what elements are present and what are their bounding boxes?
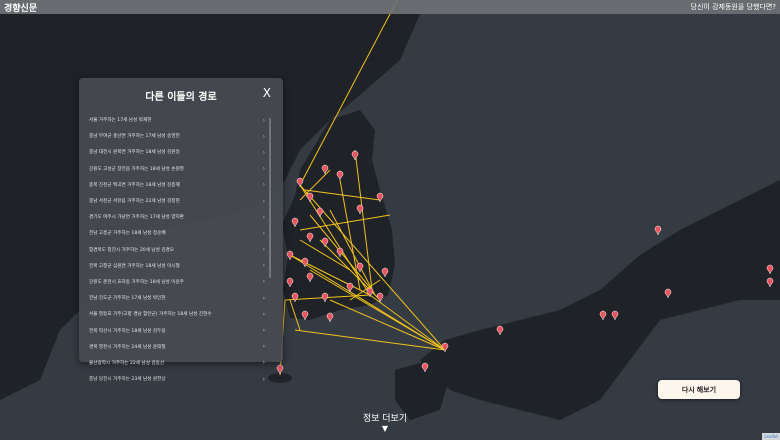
chevron-right-icon: › [262,310,265,318]
chevron-right-icon: › [262,294,265,302]
route-item-label: 강원도 고성군 장전읍 거주하는 18세 남성 손원영 [89,166,184,172]
route-item-label: 전북 고창군 심원면 거주하는 18세 남성 이시형 [89,263,180,269]
chevron-right-icon: › [262,148,265,156]
chevron-right-icon: › [262,262,265,270]
chevron-right-icon: › [262,132,265,140]
chevron-right-icon: › [262,181,265,189]
route-list-item[interactable]: 전북 익산시 거주하는 18세 남성 김두용 › [87,322,265,338]
route-item-label: 전북 익산시 거주하는 18세 남성 김두용 [89,328,166,334]
route-list-item[interactable]: 충남 당진시 거주하는 23세 남성 원한상 › [87,371,265,387]
route-list-item[interactable]: 전남 고흥군 거주하는 18세 남성 정순배 › [87,225,265,241]
top-bar: 경향신문 당신이 강제동원을 당했다면? [0,0,780,14]
route-list-item[interactable]: 서울 거주하는 17세 남성 박재현 › [87,112,265,128]
route-item-label: 경기도 여주시 가남면 거주하는 17세 남성 양지환 [89,215,184,221]
route-list-item[interactable]: 충북 진천군 백곡면 거주하는 18세 남성 김종혜 › [87,177,265,193]
chevron-right-icon: › [262,116,265,124]
chevron-right-icon: › [262,359,265,367]
route-item-label: 충남 서천군 서천읍 거주하는 22세 남성 김정현 [89,199,180,205]
route-item-label: 서울 거주하는 17세 남성 박재현 [89,118,152,124]
route-item-label: 충남 부여군 홍산면 거주하는 17세 남성 송영헌 [89,134,180,140]
route-list-item[interactable]: 전남 진도군 거주하는 17세 남성 박인현 › [87,290,265,306]
route-item-label: 함경북도 청진시 거주하는 20세 남성 김경오 [89,247,174,253]
close-icon[interactable]: X [263,86,271,100]
route-list-item[interactable]: 경북 영천시 거주하는 24세 남성 윤태철 › [87,339,265,355]
routes-panel: 다른 이들의 경로 X 서울 거주하는 17세 남성 박재현 › 충남 부여군 홍산… [79,78,283,383]
chevron-right-icon: › [262,197,265,205]
chevron-right-icon: › [262,165,265,173]
route-list-item[interactable]: 충남 대전시 원북면 거주하는 18세 남성 김원일 › [87,144,265,160]
route-list-item[interactable]: 울산광역시 거주하는 22세 남성 김동선 › [87,355,265,371]
route-list-item[interactable]: 강원도 춘천시 효자동 거주하는 18세 남성 이윤주 › [87,274,265,290]
route-item-label: 강원도 춘천시 효자동 거주하는 18세 남성 이윤주 [89,279,184,285]
leaflet-attribution[interactable]: Leaflet [762,433,780,440]
route-list-item[interactable]: 경기도 여주시 가남면 거주하는 17세 남성 양지환 › [87,209,265,225]
route-item-label: 충북 진천군 백곡면 거주하는 18세 남성 김종혜 [89,182,180,188]
route-list-item[interactable]: 강원도 고성군 장전읍 거주하는 18세 남성 손원영 › [87,161,265,177]
route-list-item[interactable]: 충남 부여군 홍산면 거주하는 17세 남성 송영헌 › [87,128,265,144]
page-subtitle: 당신이 강제동원을 당했다면? [690,3,776,11]
chevron-right-icon: › [262,343,265,351]
chevron-right-icon: › [262,229,265,237]
scrollbar[interactable] [269,118,271,278]
chevron-right-icon: › [262,246,265,254]
chevron-right-icon: › [262,213,265,221]
route-item-label: 서울 영등포 거주(고향 경남 함안군) 거주하는 18세 남성 진현수 [89,312,212,318]
route-list-item[interactable]: 서울 영등포 거주(고향 경남 함안군) 거주하는 18세 남성 진현수 › [87,306,265,322]
chevron-right-icon: › [262,375,265,383]
panel-title: 다른 이들의 경로 [145,92,217,103]
route-item-label: 전남 고흥군 거주하는 18세 남성 정순배 [89,231,166,237]
chevron-right-icon: › [262,327,265,335]
retry-button[interactable]: 다시 해보기 [658,380,740,399]
route-item-label: 전남 진도군 거주하는 17세 남성 박인현 [89,296,166,302]
route-item-label: 충남 당진시 거주하는 23세 남성 원한상 [89,377,166,383]
triangle-down-icon: ▼ [381,424,389,433]
route-list-item[interactable]: 충남 서천군 서천읍 거주하는 22세 남성 김정현 › [87,193,265,209]
route-list: 서울 거주하는 17세 남성 박재현 › 충남 부여군 홍산면 거주하는 17세 남… [87,112,265,387]
chevron-right-icon: › [262,278,265,286]
route-item-label: 충남 대전시 원북면 거주하는 18세 남성 김원일 [89,150,180,156]
route-list-item[interactable]: 전북 고창군 심원면 거주하는 18세 남성 이시형 › [87,258,265,274]
more-info-label: 정보 더보기 [362,414,408,424]
brand-logo[interactable]: 경향신문 [4,1,37,14]
route-item-label: 울산광역시 거주하는 22세 남성 김동선 [89,360,165,366]
route-item-label: 경북 영천시 거주하는 24세 남성 윤태철 [89,344,166,350]
more-info-button[interactable]: 정보 더보기 ▼ [350,411,420,433]
route-list-item[interactable]: 함경북도 청진시 거주하는 20세 남성 김경오 › [87,242,265,258]
